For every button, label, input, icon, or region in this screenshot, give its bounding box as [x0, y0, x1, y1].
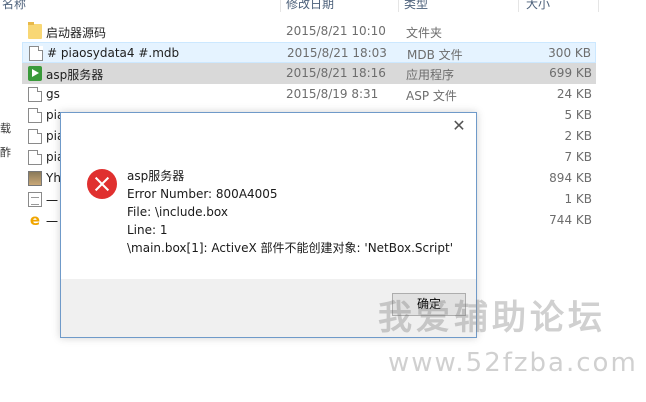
error-line: Line: 1 [127, 223, 168, 237]
file-name: Yh [46, 171, 61, 185]
column-separator[interactable] [598, 0, 599, 12]
file-size: 699 KB [549, 66, 592, 80]
file-name: 一 [46, 194, 59, 208]
document-icon [28, 108, 42, 123]
document-icon [28, 129, 42, 144]
column-name-header[interactable]: 名称 [2, 0, 26, 12]
nav-fragment: 酢 [0, 146, 11, 159]
error-number: Error Number: 800A4005 [127, 187, 278, 201]
file-size: 744 KB [549, 213, 592, 227]
file-row[interactable]: # piaosydata4 #.mdb 2015/8/21 18:03 MDB … [22, 42, 596, 63]
navigation-pane-edge: 载 酢 [0, 12, 14, 402]
file-name: asp服务器 [46, 68, 104, 82]
ie-shortcut-icon: e [29, 211, 41, 229]
file-type: MDB 文件 [407, 48, 463, 62]
dialog-app-name: asp服务器 [127, 169, 185, 183]
file-name: # piaosydata4 #.mdb [47, 46, 180, 60]
file-date: 2015/8/21 18:16 [286, 66, 386, 80]
watermark-url: www.52fzba.com [388, 348, 638, 378]
file-date: 2015/8/19 8:31 [286, 87, 379, 101]
file-date: 2015/8/21 10:10 [286, 24, 386, 38]
file-row[interactable]: asp服务器 2015/8/21 18:16 应用程序 699 KB [22, 63, 596, 84]
file-size: 300 KB [548, 46, 591, 60]
text-file-icon [28, 192, 42, 207]
file-size: 2 KB [564, 129, 592, 143]
file-name: gs [46, 87, 60, 101]
file-type: 应用程序 [406, 68, 455, 82]
column-size-header[interactable]: 大小 [526, 0, 550, 12]
file-size: 7 KB [564, 150, 592, 164]
watermark-text: 我爱辅助论坛 [378, 298, 606, 338]
column-separator[interactable] [280, 0, 281, 12]
file-size: 5 KB [564, 108, 592, 122]
error-file: File: \include.box [127, 205, 228, 219]
file-type: ASP 文件 [406, 89, 457, 103]
application-icon [28, 66, 42, 81]
file-name: 启动器源码 [46, 26, 107, 40]
error-message: asp服务器 Error Number: 800A4005 File: \inc… [127, 167, 453, 257]
error-detail: \main.box[1]: ActiveX 部件不能创建对象: 'NetBox.… [127, 241, 453, 255]
close-icon[interactable]: ✕ [450, 117, 468, 135]
column-date-header[interactable]: 修改日期 [286, 0, 334, 12]
document-icon [29, 46, 43, 61]
image-icon [28, 171, 42, 186]
file-row[interactable]: 启动器源码 2015/8/21 10:10 文件夹 [22, 21, 596, 42]
column-header: 名称 修改日期 类型 大小 [0, 0, 646, 12]
file-type: 文件夹 [406, 26, 443, 40]
nav-fragment: 载 [0, 122, 11, 135]
column-separator[interactable] [518, 0, 519, 12]
document-icon [28, 87, 42, 102]
file-date: 2015/8/21 18:03 [287, 46, 387, 60]
column-separator[interactable] [398, 0, 399, 12]
file-row[interactable]: gs 2015/8/19 8:31 ASP 文件 24 KB [22, 84, 596, 105]
file-size: 1 KB [564, 192, 592, 206]
error-icon [87, 169, 117, 199]
folder-icon [28, 22, 42, 39]
file-size: 894 KB [549, 171, 592, 185]
file-name: 一 [46, 215, 59, 229]
document-icon [28, 150, 42, 165]
column-type-header[interactable]: 类型 [404, 0, 428, 12]
file-size: 24 KB [556, 87, 592, 101]
